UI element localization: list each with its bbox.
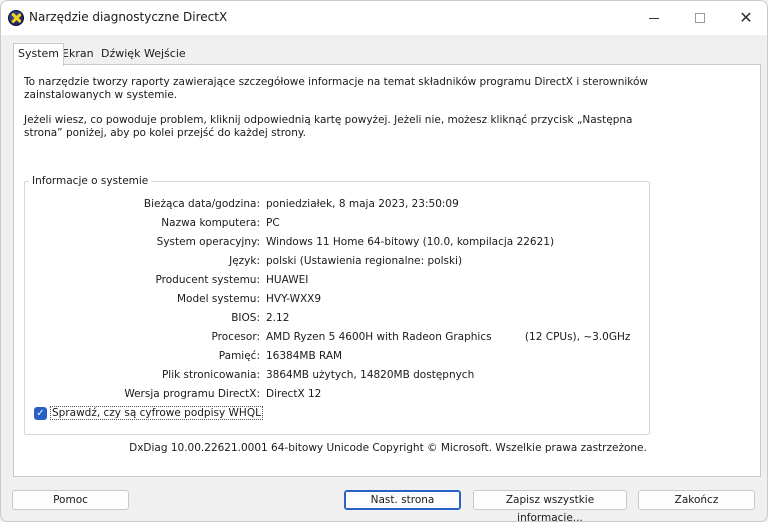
info-value: 2.12 xyxy=(266,312,290,324)
info-label: Wersja programu DirectX: xyxy=(124,388,260,400)
info-row-directx-version: Wersja programu DirectX: DirectX 12 xyxy=(25,388,651,402)
info-row-computer-name: Nazwa komputera: PC xyxy=(25,217,651,231)
directx-app-icon xyxy=(8,10,24,26)
exit-button[interactable]: Zakończ xyxy=(638,490,755,510)
info-label: System operacyjny: xyxy=(156,236,260,248)
minimize-icon xyxy=(649,17,659,19)
tab-dzwiek[interactable]: Dźwięk xyxy=(98,45,143,65)
system-info-group: Informacje o systemie Bieżąca data/godzi… xyxy=(24,175,651,435)
info-value: 16384MB RAM xyxy=(266,350,343,362)
checkmark-icon: ✓ xyxy=(36,407,45,419)
info-value: DirectX 12 xyxy=(266,388,322,400)
help-button[interactable]: Pomoc xyxy=(12,490,129,510)
intro-paragraph-1: To narzędzie tworzy raporty zawierające … xyxy=(24,76,649,101)
info-value: HVY-WXX9 xyxy=(266,293,322,305)
save-all-information-button[interactable]: Zapisz wszystkie informacje... xyxy=(473,490,627,521)
maximize-icon xyxy=(695,13,705,23)
dxdiag-window: Narzędzie diagnostyczne DirectX ✕ System… xyxy=(0,0,768,522)
close-icon: ✕ xyxy=(739,8,753,27)
system-info-title: Informacje o systemie xyxy=(29,175,152,187)
info-row-manufacturer: Producent systemu: HUAWEI xyxy=(25,274,651,288)
maximize-button[interactable] xyxy=(677,1,723,35)
info-label: Język: xyxy=(229,255,260,267)
info-row-processor: Procesor: AMD Ryzen 5 4600H with Radeon … xyxy=(25,331,651,345)
tab-wejscie[interactable]: Wejście xyxy=(141,45,189,65)
info-row-memory: Pamięć: 16384MB RAM xyxy=(25,350,651,364)
close-button[interactable]: ✕ xyxy=(723,1,767,35)
info-label: Model systemu: xyxy=(176,293,260,305)
info-label: Producent systemu: xyxy=(155,274,260,286)
info-row-bios: BIOS: 2.12 xyxy=(25,312,651,326)
window-title: Narzędzie diagnostyczne DirectX xyxy=(29,10,228,24)
whql-checkbox-label[interactable]: Sprawdź, czy są cyfrowe podpisy WHQL xyxy=(50,406,263,420)
info-label: Pamięć: xyxy=(218,350,260,362)
minimize-button[interactable] xyxy=(631,1,677,35)
info-value: Windows 11 Home 64-bitowy (10.0, kompila… xyxy=(266,236,555,248)
info-row-page-file: Plik stronicowania: 3864MB użytych, 1482… xyxy=(25,369,651,383)
info-value: poniedziałek, 8 maja 2023, 23:50:09 xyxy=(266,198,459,210)
info-label: Plik stronicowania: xyxy=(161,369,260,381)
info-value: PC xyxy=(266,217,280,229)
info-label: BIOS: xyxy=(231,312,260,324)
info-row-language: Język: polski (Ustawienia regionalne: po… xyxy=(25,255,651,269)
system-tab-panel: To narzędzie tworzy raporty zawierające … xyxy=(13,64,761,477)
tab-ekran[interactable]: Ekran xyxy=(59,45,97,65)
info-row-datetime: Bieżąca data/godzina: poniedziałek, 8 ma… xyxy=(25,198,651,212)
info-label: Bieżąca data/godzina: xyxy=(143,198,260,210)
next-page-button[interactable]: Nast. strona xyxy=(344,490,461,510)
info-value: HUAWEI xyxy=(266,274,309,286)
info-label: Nazwa komputera: xyxy=(161,217,260,229)
whql-checkbox[interactable]: ✓ xyxy=(34,407,47,420)
copyright-text: DxDiag 10.00.22621.0001 64-bitowy Unicod… xyxy=(129,442,647,454)
info-value: AMD Ryzen 5 4600H with Radeon Graphics (… xyxy=(266,331,631,343)
info-row-os: System operacyjny: Windows 11 Home 64-bi… xyxy=(25,236,651,250)
info-value: polski (Ustawienia regionalne: polski) xyxy=(266,255,463,267)
tab-system[interactable]: System xyxy=(13,43,65,66)
intro-paragraph-2: Jeżeli wiesz, co powoduje problem, klikn… xyxy=(24,114,633,139)
info-row-model: Model systemu: HVY-WXX9 xyxy=(25,293,651,307)
title-bar: Narzędzie diagnostyczne DirectX ✕ xyxy=(1,1,767,35)
info-label: Procesor: xyxy=(211,331,260,343)
info-value: 3864MB użytych, 14820MB dostępnych xyxy=(266,369,475,381)
